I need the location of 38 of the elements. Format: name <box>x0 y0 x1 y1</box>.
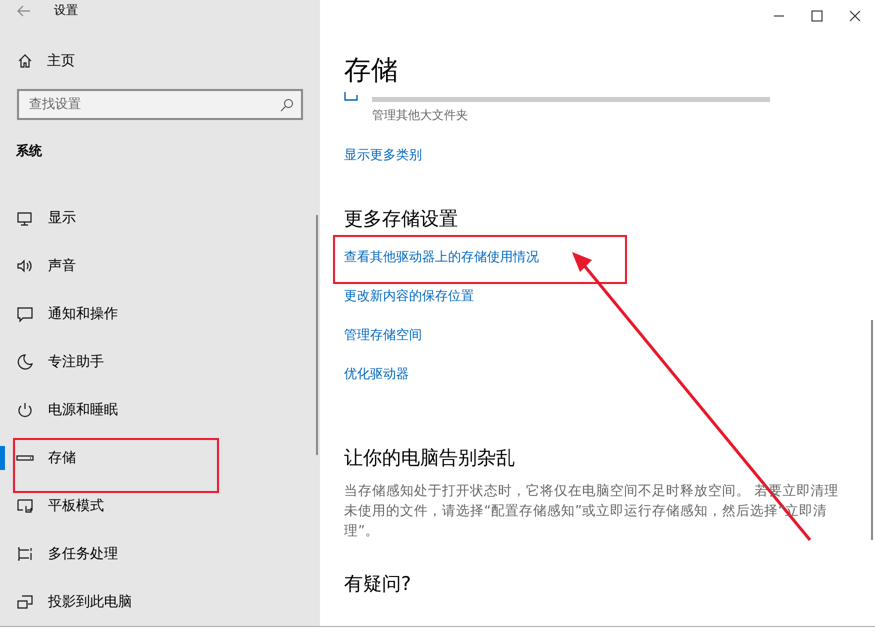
scrollbar[interactable] <box>316 215 318 455</box>
nav-item[interactable]: 显示 <box>0 194 320 242</box>
nav-item[interactable]: 平板模式 <box>0 482 320 530</box>
search-icon <box>280 98 294 112</box>
maximize-icon[interactable] <box>811 10 823 22</box>
power-icon <box>16 401 34 419</box>
settings-link[interactable]: 更改新内容的保存位置 <box>344 287 474 305</box>
section-heading: 让你的电脑告别杂乱 <box>344 446 516 471</box>
back-arrow-icon[interactable] <box>16 2 32 18</box>
section-heading: 有疑问? <box>344 572 412 597</box>
window-title: 设置 <box>54 2 78 19</box>
nav-item[interactable]: 声音 <box>0 242 320 290</box>
nav-item[interactable]: 多任务处理 <box>0 530 320 578</box>
nav-item[interactable]: 专注助手 <box>0 338 320 386</box>
nav-item[interactable]: 投影到此电脑 <box>0 578 320 626</box>
notify-icon <box>16 305 34 323</box>
tablet-icon <box>16 497 34 515</box>
sound-icon <box>16 257 34 275</box>
home-link[interactable]: 主页 <box>47 52 75 70</box>
nav-item[interactable]: 电源和睡眠 <box>0 386 320 434</box>
settings-link[interactable]: 管理存储空间 <box>344 326 422 344</box>
close-icon[interactable] <box>849 10 861 22</box>
home-icon <box>17 53 33 69</box>
multitask-icon <box>16 545 34 563</box>
scrollbar[interactable] <box>871 320 873 540</box>
selection-indicator <box>0 446 5 470</box>
category-caption: 管理其他大文件夹 <box>372 107 469 124</box>
settings-link[interactable]: 查看其他驱动器上的存储使用情况 <box>344 248 539 266</box>
page-title: 存储 <box>344 54 399 88</box>
folder-icon <box>344 92 358 102</box>
section-heading: 系统 <box>16 142 43 160</box>
search-field[interactable]: 查找设置 <box>17 89 303 120</box>
settings-link[interactable]: 优化驱动器 <box>344 365 409 383</box>
nav-item[interactable]: 通知和操作 <box>0 290 320 338</box>
show-more-link[interactable]: 显示更多类别 <box>344 146 422 164</box>
moon-icon <box>16 353 34 371</box>
section-heading: 更多存储设置 <box>344 207 459 232</box>
project-icon <box>16 593 34 611</box>
